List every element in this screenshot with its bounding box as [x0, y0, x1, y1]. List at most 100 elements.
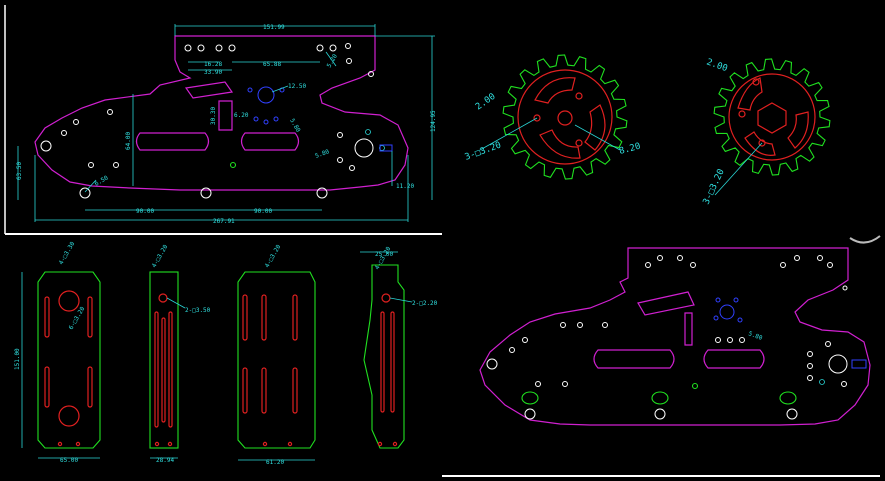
switch-cutout-2	[851, 359, 867, 369]
dim-right-h: 124.95	[430, 110, 437, 132]
part1-top: 4-□3.30	[58, 240, 77, 266]
chassis-outline	[34, 35, 409, 191]
motor-hole-2	[719, 304, 735, 320]
green-cutout	[779, 391, 797, 405]
hole	[807, 363, 813, 369]
chassis-plate-view: 5.80	[479, 235, 881, 426]
green-cutout	[651, 391, 669, 405]
hole	[345, 43, 351, 49]
gear-2-bolt-hole	[738, 110, 746, 118]
part3-hole	[287, 441, 293, 447]
gear-2-dia-small: 2.00	[705, 57, 729, 74]
hole-large-right	[354, 138, 374, 158]
part1-hole-bottom	[58, 405, 80, 427]
chassis-slot-diagonal-2	[637, 291, 695, 316]
hole	[577, 322, 583, 328]
dim-small-2: 5.80	[747, 330, 763, 342]
part2-hole	[167, 441, 173, 447]
hole	[184, 44, 192, 52]
motor-screw	[715, 297, 721, 303]
hole	[727, 337, 733, 343]
gear-2-spoke-cutout	[787, 111, 809, 149]
dim-small-d: 5.80	[314, 148, 330, 160]
gear-1-spoke-cutout	[534, 77, 576, 104]
part4-slot	[380, 311, 385, 413]
part3-slot	[242, 294, 248, 341]
dim-dia-top: 5.20	[326, 53, 339, 69]
chassis-slot-left	[135, 132, 210, 151]
hole	[794, 255, 800, 261]
chassis-slot-vertical	[218, 100, 233, 131]
hole	[715, 337, 721, 343]
part4-dia: 2-□2.20	[412, 300, 438, 307]
hole	[88, 162, 94, 168]
gear-1-dia-small: 2.00	[474, 92, 498, 113]
hole-large-right-2	[828, 354, 848, 374]
part3-slot	[261, 367, 267, 414]
dim-right-sq: 11.20	[396, 183, 414, 190]
gear-1-hole-label: 3-□3.20	[464, 140, 503, 162]
motor-screw	[273, 116, 279, 122]
hole	[346, 58, 352, 64]
hole	[522, 337, 528, 343]
motor-screw	[253, 116, 259, 122]
motor-hole	[257, 86, 275, 104]
part1-hole	[75, 441, 81, 447]
side-plate-1	[37, 271, 101, 449]
dim-left-b: 33.90	[204, 69, 222, 76]
chassis-slot-right-2	[703, 349, 765, 369]
part2-bottom: 28.94	[156, 457, 174, 464]
part1-hole	[57, 441, 63, 447]
dim-left-a: 16.28	[204, 61, 222, 68]
gear-1-center-hole	[557, 110, 573, 126]
part1-bottom: 65.00	[60, 457, 78, 464]
hole	[780, 262, 786, 268]
gear-teeth-outline	[502, 54, 628, 180]
hole	[215, 44, 223, 52]
gear-1-bolt-hole	[575, 139, 583, 147]
motor-screw	[713, 315, 719, 321]
part3-bottom: 61.20	[266, 459, 284, 466]
dim-bottom-a: 90.00	[136, 208, 154, 215]
hole	[677, 255, 683, 261]
chassis-slot-right	[240, 132, 300, 151]
chassis-plate-drawing: 151.99 16.28 33.90 65.88 5.20 12.50 5.80…	[16, 24, 437, 225]
gear-1-teeth	[502, 54, 628, 180]
hole	[113, 162, 119, 168]
hole	[645, 262, 651, 268]
dim-left-h: 63.50	[16, 162, 23, 180]
hole	[329, 44, 337, 52]
hole-large	[524, 408, 536, 420]
part1-slot	[87, 296, 93, 338]
part4-top2: 4-□3.20	[374, 245, 393, 271]
hole-large	[40, 140, 52, 152]
leader	[166, 297, 186, 309]
gear-1-spoke-cutout	[584, 104, 606, 151]
cad-canvas: 151.99 16.28 33.90 65.88 5.20 12.50 5.80…	[4, 5, 881, 477]
part1-height: 151.00	[14, 348, 21, 370]
hole	[807, 375, 813, 381]
part1-hole-top	[58, 290, 80, 312]
dim-total: 267.91	[213, 218, 235, 225]
gear-teeth-outline	[713, 58, 831, 176]
motor-screw	[263, 119, 269, 125]
gear-1-hub	[517, 69, 613, 165]
gear-drawing-2: 3-□3.20 2.00	[702, 57, 831, 206]
part1-slot	[87, 366, 93, 408]
dim-bottom-b: 90.00	[254, 208, 272, 215]
hole	[560, 322, 566, 328]
hole	[316, 44, 324, 52]
part1-side: 6-□3.20	[68, 305, 87, 331]
part2-hole	[154, 441, 160, 447]
hole-green	[229, 161, 237, 169]
hole-large	[786, 408, 798, 420]
hole-large	[79, 187, 91, 199]
part4-slot	[390, 311, 395, 413]
chassis-slot-vertical-2	[684, 312, 693, 346]
part3-slot	[292, 367, 298, 414]
part3-hole	[262, 441, 268, 447]
dim-hole-d: 6.50	[94, 174, 110, 187]
chassis-slot-diagonal	[184, 81, 234, 99]
green-cutout	[521, 391, 539, 405]
hole	[842, 285, 848, 291]
